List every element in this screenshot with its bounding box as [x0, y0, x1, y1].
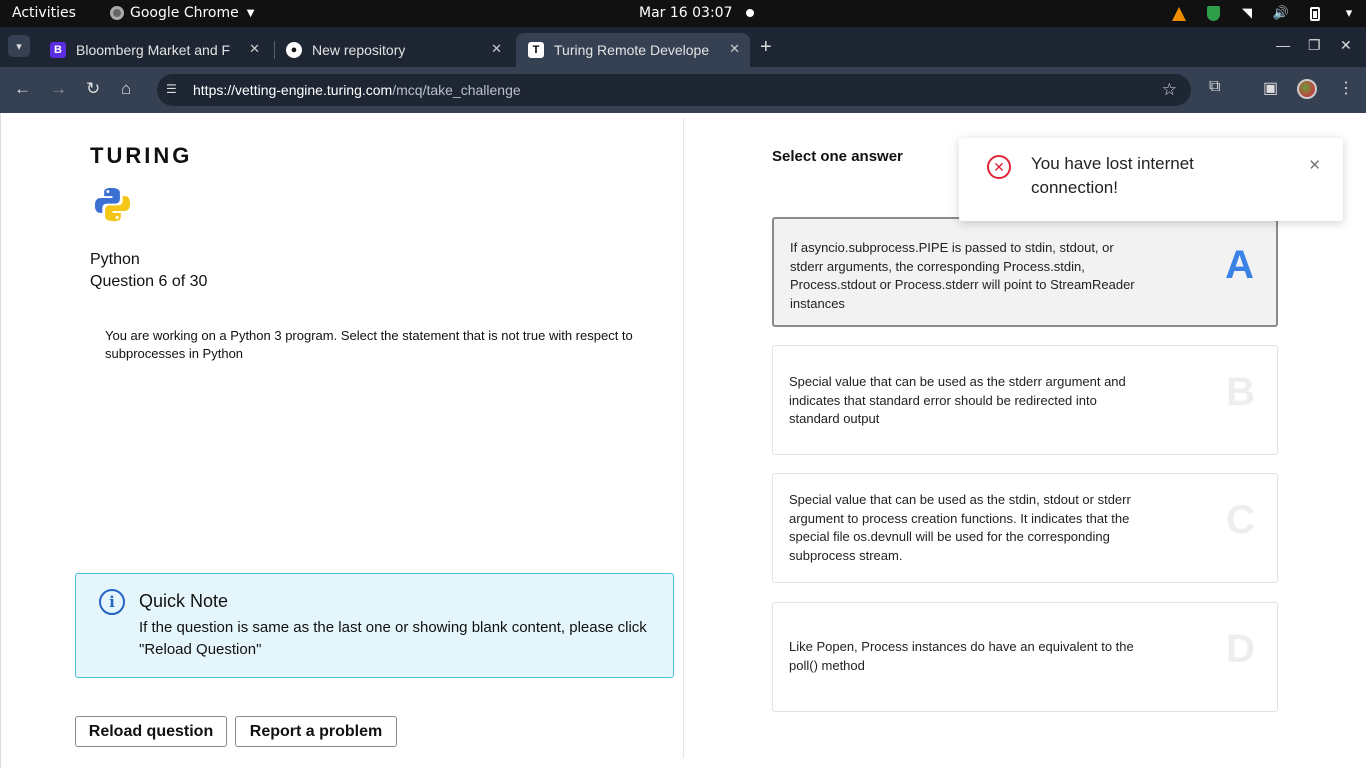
answer-option-b[interactable]: Special value that can be used as the st…	[772, 345, 1278, 455]
os-top-bar: Activities Google Chrome ▼ Mar 16 03:07 …	[0, 0, 1366, 27]
side-panel-icon[interactable]: ▣	[1263, 78, 1278, 98]
answer-text: Special value that can be used as the st…	[789, 374, 1126, 426]
tab-title: New repository	[312, 42, 406, 58]
battery-icon[interactable]	[1298, 6, 1332, 21]
notification-dot-icon	[746, 9, 755, 17]
site-info-icon[interactable]: ☰	[166, 82, 182, 98]
new-tab-button[interactable]: +	[760, 36, 772, 59]
answer-letter: D	[1226, 627, 1255, 671]
info-icon: i	[99, 589, 125, 615]
quick-note: i Quick Note If the question is same as …	[75, 573, 674, 678]
note-title: Quick Note	[139, 591, 229, 611]
close-window-icon[interactable]: ✕	[1340, 37, 1352, 54]
extensions-icon[interactable]: ⧉	[1209, 78, 1220, 96]
answer-option-c[interactable]: Special value that can be used as the st…	[772, 473, 1278, 583]
vlc-icon[interactable]	[1162, 6, 1196, 21]
answer-text: Special value that can be used as the st…	[789, 492, 1131, 563]
close-icon[interactable]: ✕	[1308, 156, 1321, 174]
answer-option-a[interactable]: If asyncio.subprocess.PIPE is passed to …	[772, 217, 1278, 327]
note-body: If the question is same as the last one …	[139, 619, 647, 658]
url-text[interactable]: https://vetting-engine.turing.com/mcq/ta…	[193, 82, 521, 98]
maximize-icon[interactable]: ❐	[1308, 37, 1321, 54]
tab-search-button[interactable]: ▾	[8, 35, 30, 57]
bookmark-star-icon[interactable]: ☆	[1162, 80, 1177, 100]
address-bar[interactable]: ☰ https://vetting-engine.turing.com/mcq/…	[157, 74, 1191, 106]
tab-turing[interactable]: T Turing Remote Develope ✕	[516, 33, 750, 67]
answer-option-d[interactable]: Like Popen, Process instances do have an…	[772, 602, 1278, 712]
wifi-icon[interactable]: ◥	[1230, 6, 1264, 21]
turing-logo: TURING	[90, 143, 193, 168]
reload-icon[interactable]: ↻	[86, 79, 100, 99]
system-tray[interactable]: ◥ 🔊 ▾	[1162, 0, 1366, 27]
power-menu-icon[interactable]: ▾	[1332, 6, 1366, 21]
datetime-label: Mar 16 03:07	[639, 5, 733, 21]
tab-bloomberg[interactable]: B Bloomberg Market and F ✕	[38, 33, 270, 67]
tab-strip: ▾ B Bloomberg Market and F ✕ ● New repos…	[0, 27, 1366, 67]
question-text: You are working on a Python 3 program. S…	[105, 328, 633, 361]
tab-title: Bloomberg Market and F	[76, 42, 231, 58]
app-menu[interactable]: Google Chrome ▼	[110, 5, 254, 21]
connection-error-toast: ✕ You have lost internet connection! ✕	[959, 138, 1343, 221]
github-icon: ●	[286, 42, 302, 58]
answer-text: If asyncio.subprocess.PIPE is passed to …	[790, 240, 1135, 311]
column-divider	[683, 118, 684, 758]
tab-title: Turing Remote Develope	[554, 42, 710, 58]
app-name-label: Google Chrome	[130, 5, 239, 21]
back-icon[interactable]: ←	[14, 79, 31, 99]
caret-down-icon: ▼	[246, 7, 255, 19]
browser-toolbar: ← → ↻ ⌂ ☰ https://vetting-engine.turing.…	[0, 67, 1366, 113]
answer-text: Like Popen, Process instances do have an…	[789, 639, 1134, 673]
profile-avatar[interactable]	[1297, 79, 1317, 99]
answer-letter: B	[1226, 370, 1255, 414]
answer-letter: C	[1226, 498, 1255, 542]
language-label: Python	[90, 251, 140, 268]
answer-letter: A	[1225, 243, 1254, 287]
chrome-icon	[110, 6, 124, 20]
reload-question-button[interactable]: Reload question	[75, 716, 227, 747]
minimize-icon[interactable]: —	[1276, 37, 1290, 53]
home-icon[interactable]: ⌂	[121, 79, 131, 99]
close-tab-icon[interactable]: ✕	[491, 41, 502, 57]
close-tab-icon[interactable]: ✕	[249, 41, 260, 57]
forward-icon[interactable]: →	[50, 79, 67, 99]
page-content: TURING Python Question 6 of 30 You are w…	[0, 113, 1366, 768]
python-icon	[94, 187, 131, 222]
bloomberg-icon: B	[50, 42, 66, 58]
tab-github[interactable]: ● New repository ✕	[274, 33, 512, 67]
activities-button[interactable]: Activities	[12, 5, 76, 21]
clock[interactable]: Mar 16 03:07	[639, 5, 755, 21]
report-problem-button[interactable]: Report a problem	[235, 716, 397, 747]
toast-message: You have lost internet connection!	[1031, 154, 1194, 197]
shield-icon[interactable]	[1196, 6, 1230, 21]
close-tab-icon[interactable]: ✕	[729, 41, 740, 57]
volume-icon[interactable]: 🔊	[1264, 6, 1298, 21]
turing-icon: T	[528, 42, 544, 58]
question-counter: Question 6 of 30	[90, 273, 208, 290]
chrome-menu-icon[interactable]: ⋮	[1338, 78, 1354, 98]
select-answer-label: Select one answer	[772, 148, 903, 165]
error-icon: ✕	[987, 155, 1011, 179]
